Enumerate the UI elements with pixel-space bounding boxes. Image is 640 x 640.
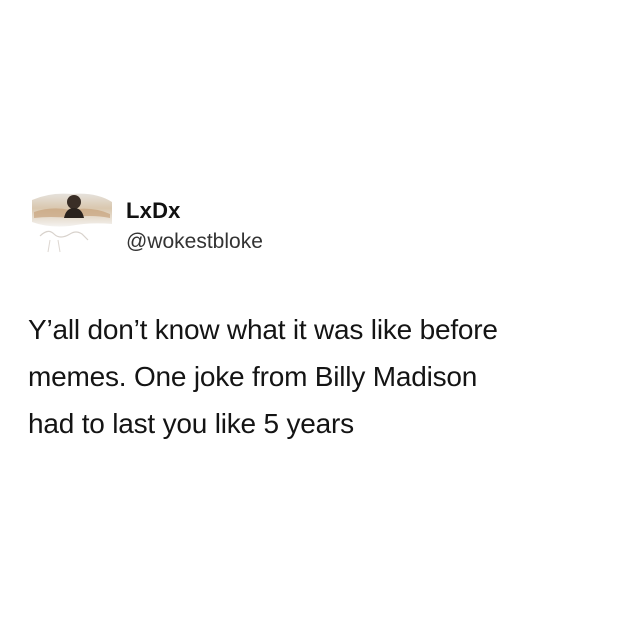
tweet-text: Y’all don’t know what it was like before… <box>28 306 618 447</box>
tweet-text-line: Y’all don’t know what it was like before <box>28 314 498 345</box>
tweet-card: LxDx @wokestbloke Y’all don’t know what … <box>0 0 640 640</box>
tweet-text-line: memes. One joke from Billy Madison <box>28 361 478 392</box>
user-handle[interactable]: @wokestbloke <box>126 230 263 254</box>
tweet-text-line: had to last you like 5 years <box>28 408 354 439</box>
display-name[interactable]: LxDx <box>126 198 181 224</box>
user-avatar-photo-icon <box>30 178 114 262</box>
avatar[interactable] <box>30 178 114 262</box>
